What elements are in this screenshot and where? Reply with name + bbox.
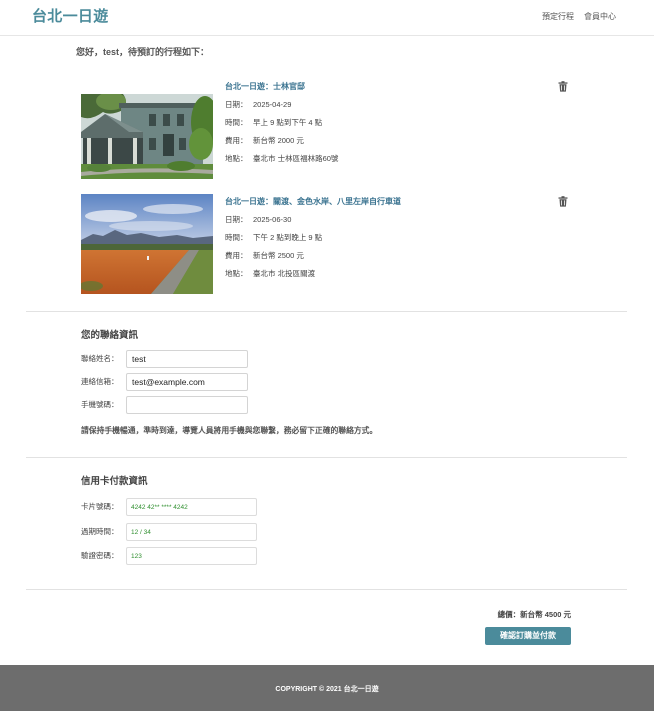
price-value: 新台幣 2500 元 (253, 251, 304, 260)
time-label: 時間： (225, 118, 248, 127)
section-divider (26, 589, 627, 590)
footer: COPYRIGHT © 2021 台北一日遊 (0, 665, 654, 711)
booking-details: 台北一日遊：士林官邸 日期： 2025-04-29 時間： 早上 9 點到下午 4 … (225, 78, 338, 168)
booking-time-row: 時間： 早上 9 點到下午 4 點 (225, 114, 338, 132)
price-label: 費用： (225, 251, 248, 260)
trip-photo (81, 94, 213, 179)
location-label: 地點： (225, 154, 248, 163)
nav-link-booked-trips[interactable]: 預定行程 (542, 11, 574, 23)
contact-email-input[interactable] (126, 373, 248, 391)
booking-date-row: 日期： 2025-06-30 (225, 211, 401, 229)
payment-section-heading: 信用卡付款資訊 (81, 476, 148, 487)
delete-booking-button[interactable] (558, 196, 568, 207)
booking-item: 台北一日遊：關渡、金色水岸、八里左岸自行車道 日期： 2025-06-30 時間：… (0, 193, 654, 297)
date-label: 日期： (225, 215, 248, 224)
main-nav: 預定行程 會員中心 (542, 11, 616, 23)
nav-link-member-center[interactable]: 會員中心 (584, 11, 616, 23)
contact-note: 請保持手機暢通，準時到達，導覽人員將用手機與您聯繫，務必留下正確的聯絡方式。 (81, 426, 378, 435)
contact-email-label: 連絡信箱： (81, 377, 119, 386)
card-number-input[interactable] (126, 498, 257, 516)
site-logo[interactable]: 台北一日遊 (32, 7, 109, 27)
card-expiry-input[interactable] (126, 523, 257, 541)
booking-price-row: 費用： 新台幣 2000 元 (225, 132, 338, 150)
price-label: 費用： (225, 136, 248, 145)
card-cvc-label: 驗證密碼： (81, 551, 119, 560)
section-divider (26, 311, 627, 312)
location-value: 臺北市 北投區關渡 (253, 269, 316, 278)
card-expiry-label: 過期時間： (81, 527, 119, 536)
time-value: 早上 9 點到下午 4 點 (253, 118, 323, 127)
location-value: 臺北市 士林區福林路60號 (253, 154, 339, 163)
contact-name-label: 聯絡姓名： (81, 354, 119, 363)
section-divider (26, 457, 627, 458)
greeting-heading: 您好，test，待預訂的行程如下： (76, 47, 210, 57)
booking-item: 台北一日遊：士林官邸 日期： 2025-04-29 時間： 早上 9 點到下午 4 … (0, 78, 654, 182)
date-value: 2025-04-29 (253, 100, 292, 109)
trash-icon (558, 196, 568, 207)
order-total: 總價：新台幣 4500 元 (497, 610, 571, 619)
top-navbar: 台北一日遊 預定行程 會員中心 (0, 0, 654, 36)
time-value: 下午 2 點到晚上 9 點 (253, 233, 323, 242)
booking-title: 台北一日遊：士林官邸 (225, 82, 305, 91)
booking-location-row: 地點： 臺北市 北投區關渡 (225, 265, 401, 283)
contact-name-input[interactable] (126, 350, 248, 368)
contact-phone-input[interactable] (126, 396, 248, 414)
time-label: 時間： (225, 233, 248, 242)
confirm-payment-button[interactable]: 確認訂購並付款 (485, 627, 571, 645)
date-label: 日期： (225, 100, 248, 109)
copyright-text: COPYRIGHT © 2021 台北一日遊 (275, 686, 379, 693)
price-value: 新台幣 2000 元 (253, 136, 304, 145)
contact-phone-label: 手機號碼： (81, 400, 119, 409)
card-number-label: 卡片號碼： (81, 502, 119, 511)
trip-photo (81, 194, 213, 294)
booking-details: 台北一日遊：關渡、金色水岸、八里左岸自行車道 日期： 2025-06-30 時間：… (225, 193, 401, 283)
booking-date-row: 日期： 2025-04-29 (225, 96, 338, 114)
location-label: 地點： (225, 269, 248, 278)
date-value: 2025-06-30 (253, 215, 292, 224)
delete-booking-button[interactable] (558, 81, 568, 92)
booking-time-row: 時間： 下午 2 點到晚上 9 點 (225, 229, 401, 247)
trash-icon (558, 81, 568, 92)
contact-section-heading: 您的聯絡資訊 (81, 330, 139, 341)
card-cvc-input[interactable] (126, 547, 257, 565)
booking-price-row: 費用： 新台幣 2500 元 (225, 247, 401, 265)
booking-title: 台北一日遊：關渡、金色水岸、八里左岸自行車道 (225, 197, 401, 206)
booking-location-row: 地點： 臺北市 士林區福林路60號 (225, 150, 338, 168)
